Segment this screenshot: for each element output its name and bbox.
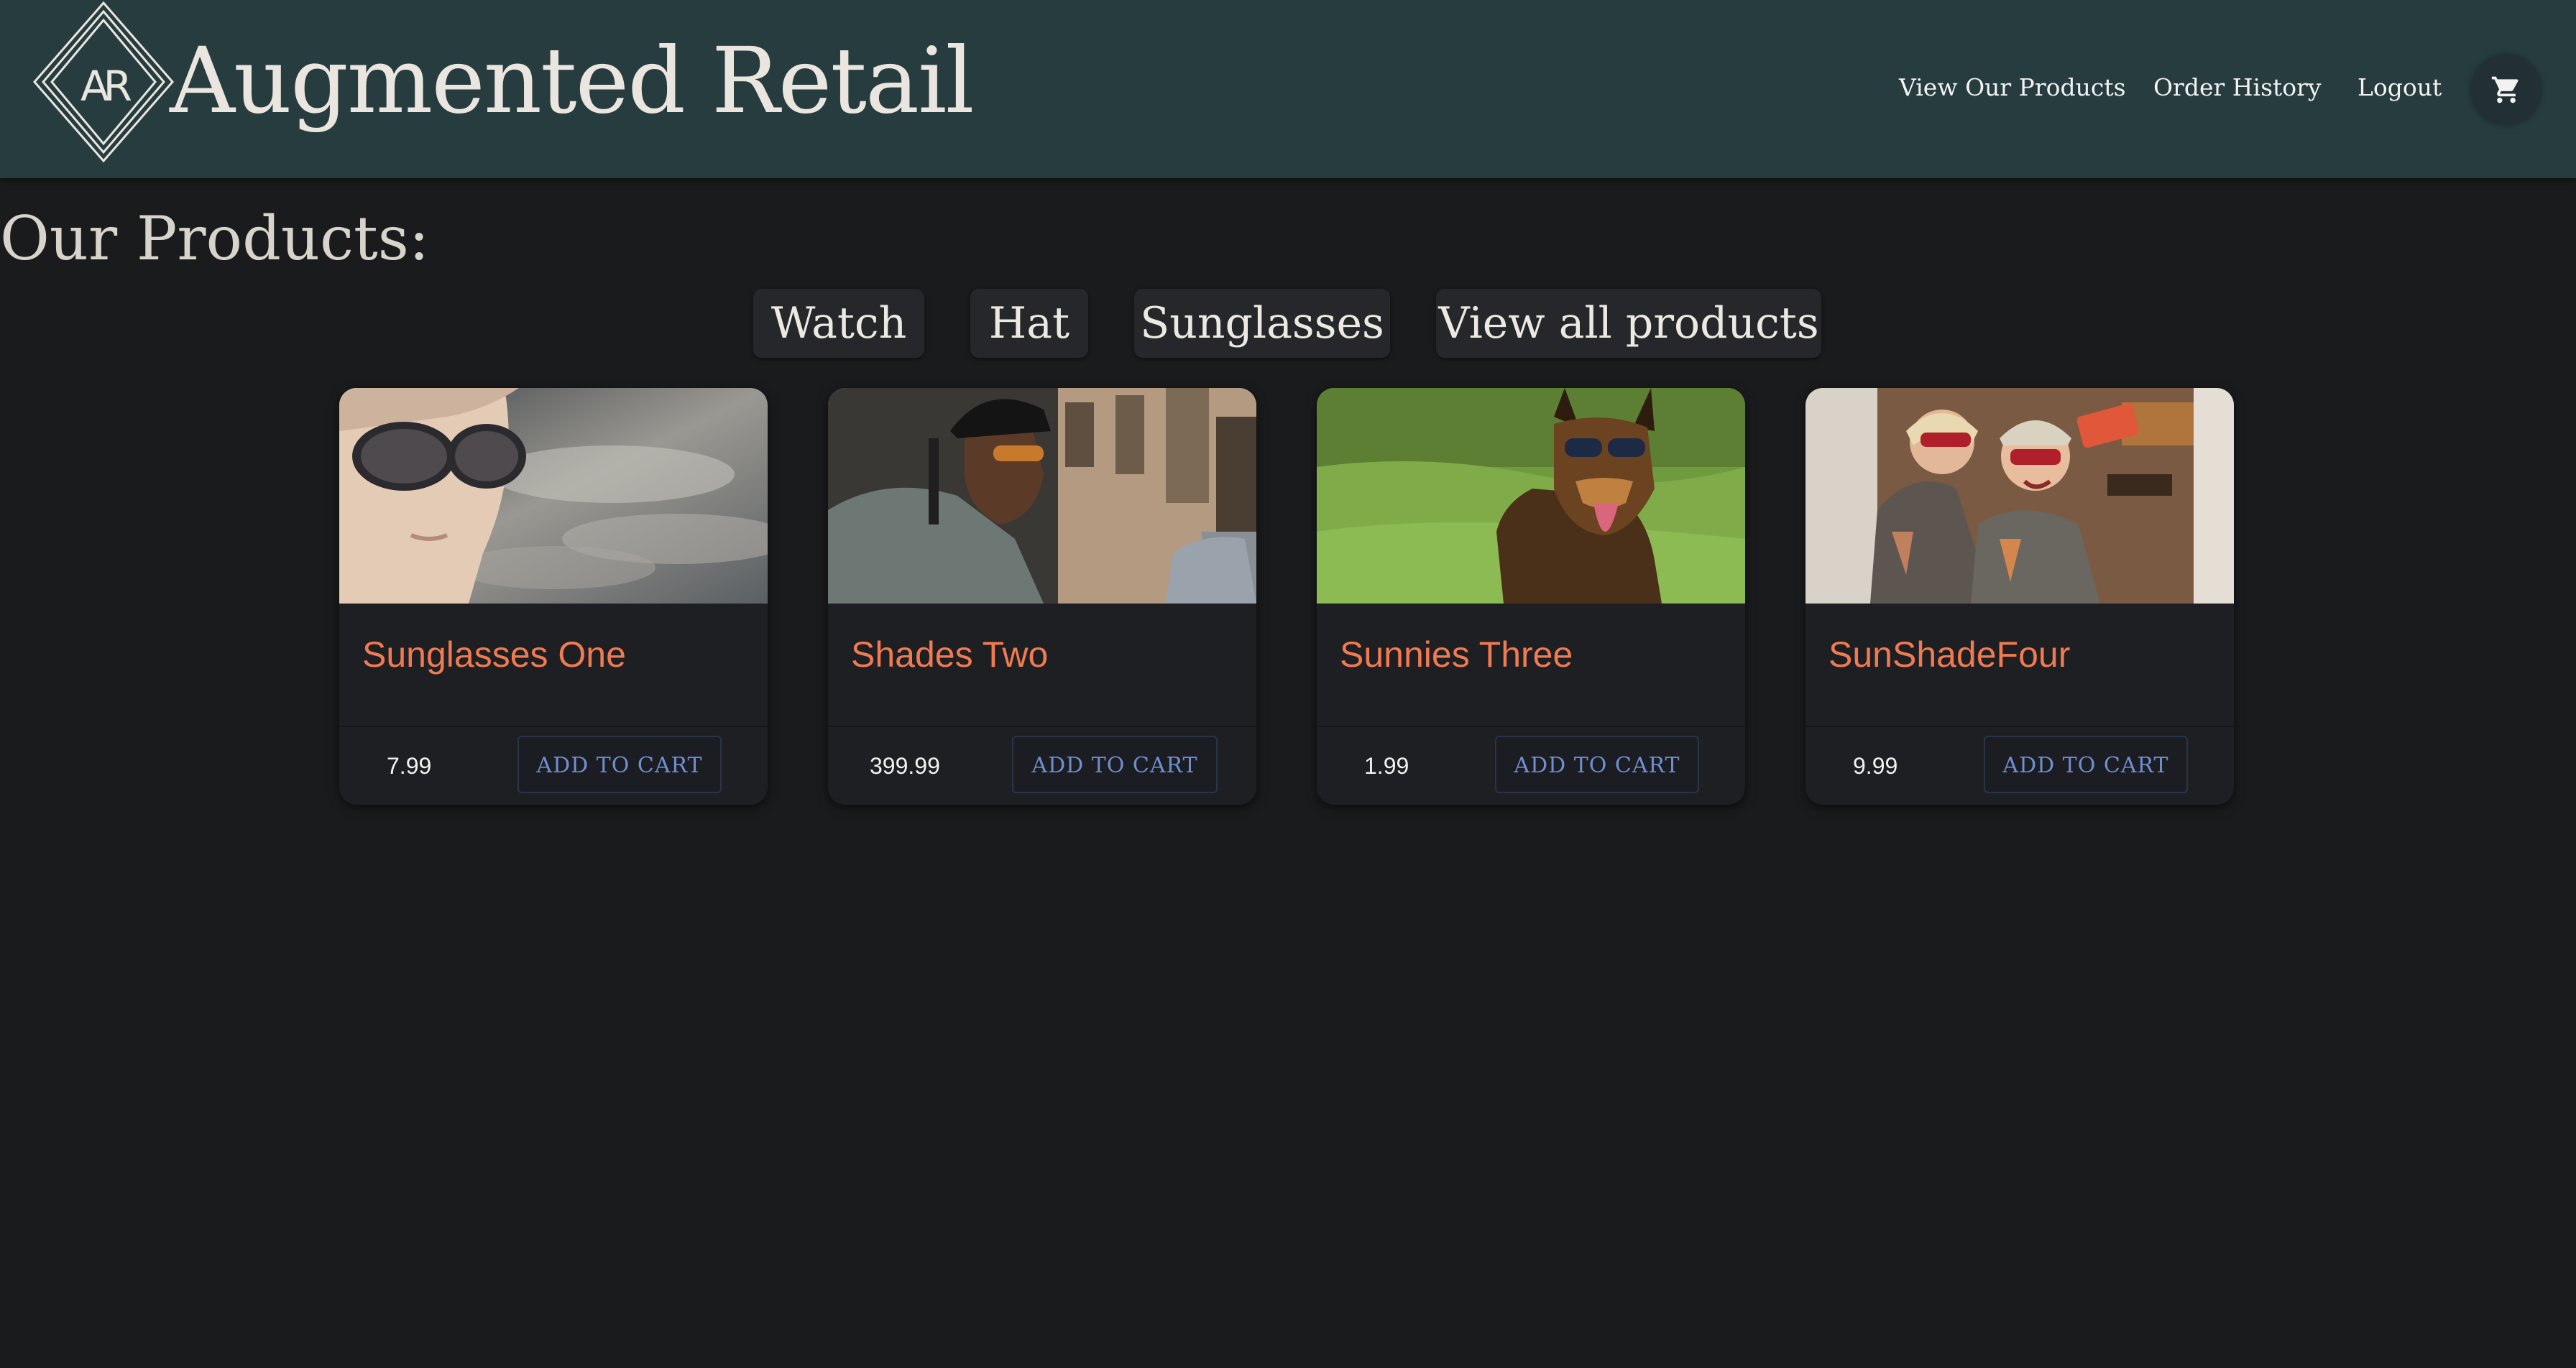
filter-view-all-button[interactable]: View all products xyxy=(1436,289,1821,358)
card-divider xyxy=(1806,726,2234,727)
page-title: Our Products: xyxy=(0,203,430,274)
add-to-cart-button[interactable]: ADD TO CART xyxy=(518,736,722,793)
add-to-cart-button[interactable]: ADD TO CART xyxy=(1495,736,1699,793)
product-title[interactable]: Sunglasses One xyxy=(362,629,626,680)
nav-logout-link[interactable]: Logout xyxy=(2358,70,2442,105)
filter-watch-button[interactable]: Watch xyxy=(753,289,924,358)
card-divider xyxy=(828,726,1256,727)
product-title[interactable]: SunShadeFour xyxy=(1828,629,2070,680)
filter-sunglasses-button[interactable]: Sunglasses xyxy=(1134,289,1390,358)
product-image[interactable] xyxy=(1317,388,1745,604)
nav-view-products-link[interactable]: View Our Products xyxy=(1899,70,2126,105)
card-divider xyxy=(1317,726,1745,727)
product-title[interactable]: Sunnies Three xyxy=(1340,629,1573,680)
add-to-cart-button[interactable]: ADD TO CART xyxy=(1984,736,2188,793)
cart-button[interactable] xyxy=(2471,55,2542,125)
product-price: 7.99 xyxy=(387,753,432,779)
shopping-cart-icon xyxy=(2491,76,2518,103)
brand-name[interactable]: Augmented Retail xyxy=(170,20,975,142)
product-image[interactable] xyxy=(339,388,768,604)
logo-letters: AR xyxy=(80,62,132,111)
filter-hat-button[interactable]: Hat xyxy=(970,289,1088,358)
product-image[interactable] xyxy=(828,388,1256,604)
add-to-cart-button[interactable]: ADD TO CART xyxy=(1012,736,1218,793)
product-price: 399.99 xyxy=(870,753,940,779)
product-image[interactable] xyxy=(1806,388,2234,604)
card-divider xyxy=(339,726,768,727)
product-price: 1.99 xyxy=(1364,753,1409,779)
top-header: AR Augmented Retail View Our Products Or… xyxy=(0,0,2576,178)
product-title[interactable]: Shades Two xyxy=(851,629,1048,680)
ar-logo-icon[interactable]: AR xyxy=(32,0,175,165)
nav-order-history-link[interactable]: Order History xyxy=(2153,70,2322,105)
product-price: 9.99 xyxy=(1853,753,1898,779)
